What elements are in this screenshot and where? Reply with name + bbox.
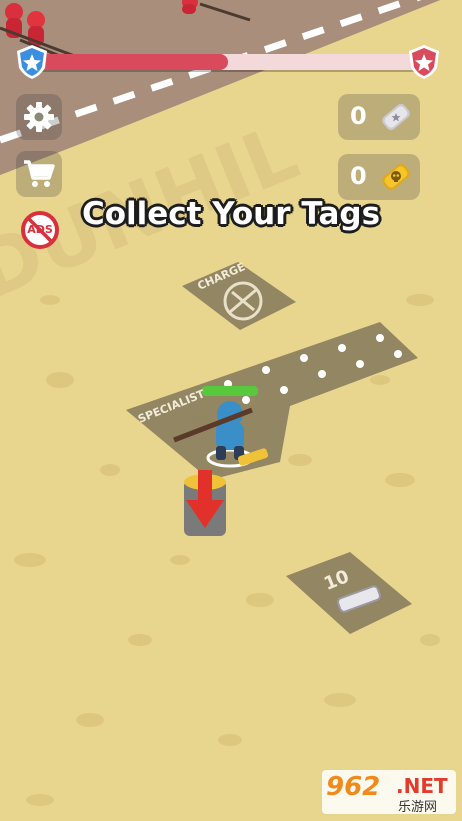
settings-button[interactable] — [16, 94, 62, 140]
gold-tag-counter: 0 — [338, 154, 420, 200]
battle-progress-bar — [14, 44, 442, 80]
tutorial-message: Collect Your Tags — [81, 196, 381, 232]
shop-button[interactable] — [16, 151, 62, 197]
silver-dog-tag-icon — [382, 103, 410, 131]
cart-icon — [24, 160, 55, 187]
site-watermark: 962 .NET 乐游网 — [322, 770, 456, 815]
watermark-digits: 962 — [326, 772, 381, 802]
red-star-shield-icon — [409, 45, 439, 79]
progress-fill — [30, 54, 228, 70]
watermark-suffix: .NET — [396, 774, 448, 798]
progress-track — [30, 54, 426, 70]
gold-skull-tag-icon — [382, 163, 410, 191]
silver-tag-count: 0 — [350, 102, 367, 130]
tag-pickup-barrel[interactable] — [184, 470, 226, 536]
blue-star-shield-icon — [17, 45, 47, 79]
gear-icon — [24, 102, 54, 132]
watermark-cn: 乐游网 — [398, 800, 438, 815]
silver-tag-counter: 0 — [338, 94, 420, 140]
gold-tag-count: 0 — [350, 162, 367, 190]
